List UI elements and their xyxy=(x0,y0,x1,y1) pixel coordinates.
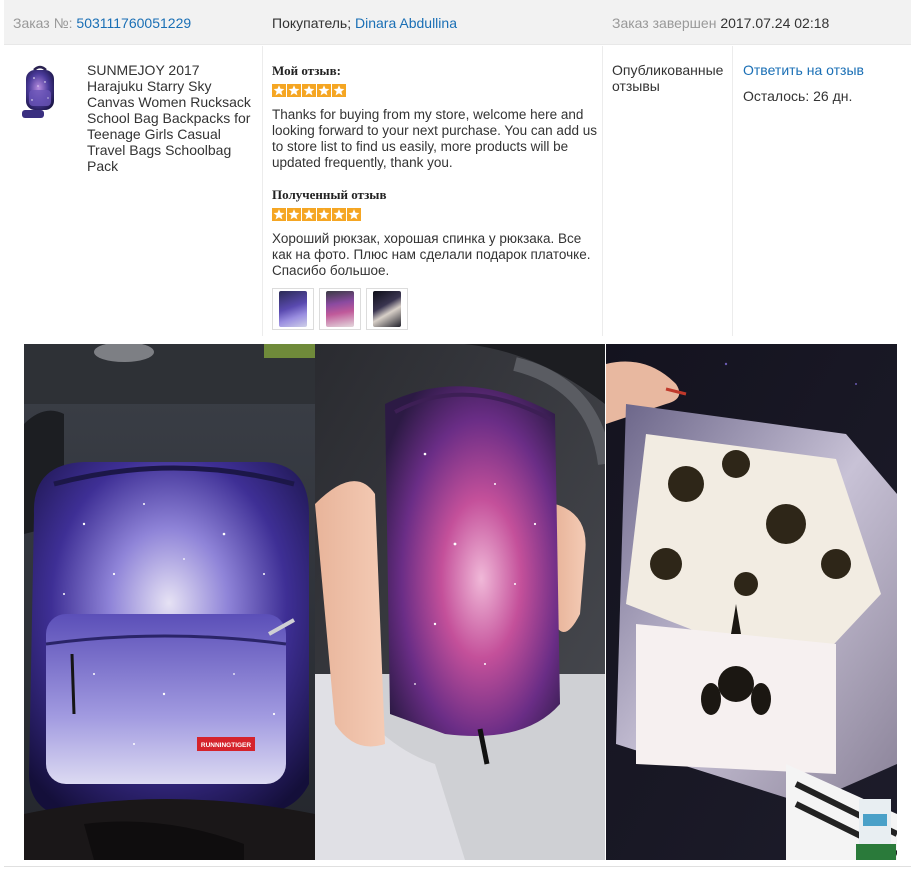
order-number-link[interactable]: 503111760051229 xyxy=(76,15,191,31)
backpack-image xyxy=(22,65,54,118)
review-thumbnail-backpack[interactable] xyxy=(272,288,314,330)
column-divider xyxy=(262,46,263,336)
buyer-label: Покупатель; xyxy=(272,15,352,31)
reply-to-review-link[interactable]: Ответить на отзыв xyxy=(743,62,903,78)
star-icon xyxy=(332,208,346,221)
received-review-stars xyxy=(272,208,361,221)
star-icon xyxy=(317,84,331,97)
scarf-photo xyxy=(606,344,897,860)
days-remaining: Осталось: 26 дн. xyxy=(743,88,853,104)
review-thumbnail-pencil-case[interactable] xyxy=(319,288,361,330)
bottom-divider xyxy=(4,866,911,867)
review-status: Опубликованные отзывы xyxy=(612,62,724,94)
backpack-photo: RUNNINGTIGER xyxy=(24,344,315,860)
review-row: SUNMEJOY 2017 Harajuku Starry Sky Canvas… xyxy=(4,46,911,336)
backpack-photo-icon xyxy=(279,291,307,327)
star-icon xyxy=(272,208,286,221)
review-thumbnail-scarf[interactable] xyxy=(366,288,408,330)
product-title-link[interactable]: SUNMEJOY 2017 Harajuku Starry Sky Canvas… xyxy=(87,62,259,174)
star-icon xyxy=(347,208,361,221)
photo-pencil-case[interactable] xyxy=(315,344,605,860)
pencil-case-photo xyxy=(315,344,605,860)
my-review-text: Thanks for buying from my store, welcome… xyxy=(272,107,597,170)
photo-scarf[interactable] xyxy=(606,344,897,860)
received-review-label: Полученный отзыв xyxy=(272,187,387,202)
brand-tag-text: RUNNINGTIGER xyxy=(201,742,252,749)
star-icon xyxy=(302,84,316,97)
order-header: Заказ №: 503111760051229 Покупатель; Din… xyxy=(4,0,911,45)
star-icon xyxy=(287,84,301,97)
pencil-case-photo-icon xyxy=(326,291,354,327)
buyer-block: Покупатель; Dinara Abdullina xyxy=(272,15,457,31)
star-icon xyxy=(317,208,331,221)
star-icon xyxy=(272,84,286,97)
received-review-text: Хороший рюкзак, хорошая спинка у рюкзака… xyxy=(272,231,591,278)
column-divider xyxy=(602,46,603,336)
completed-label: Заказ завершен xyxy=(612,15,717,31)
completed-date: 2017.07.24 02:18 xyxy=(720,15,830,31)
order-number-block: Заказ №: 503111760051229 xyxy=(13,15,191,31)
my-review-label: Мой отзыв: xyxy=(272,63,341,78)
star-icon xyxy=(332,84,346,97)
review-photo-thumbnails xyxy=(272,288,408,330)
product-thumbnail[interactable] xyxy=(20,64,60,120)
photo-backpack[interactable]: RUNNINGTIGER xyxy=(24,344,315,860)
scarf-photo-icon xyxy=(373,291,401,327)
star-icon xyxy=(287,208,301,221)
action-column: Ответить на отзыв Осталось: 26 дн. xyxy=(743,62,903,104)
buyer-name-link[interactable]: Dinara Abdullina xyxy=(355,15,457,31)
my-review-stars xyxy=(272,84,346,97)
completed-date-block: Заказ завершен 2017.07.24 02:18 xyxy=(612,15,829,31)
order-label: Заказ №: xyxy=(13,15,73,31)
column-divider xyxy=(732,46,733,336)
star-icon xyxy=(302,208,316,221)
